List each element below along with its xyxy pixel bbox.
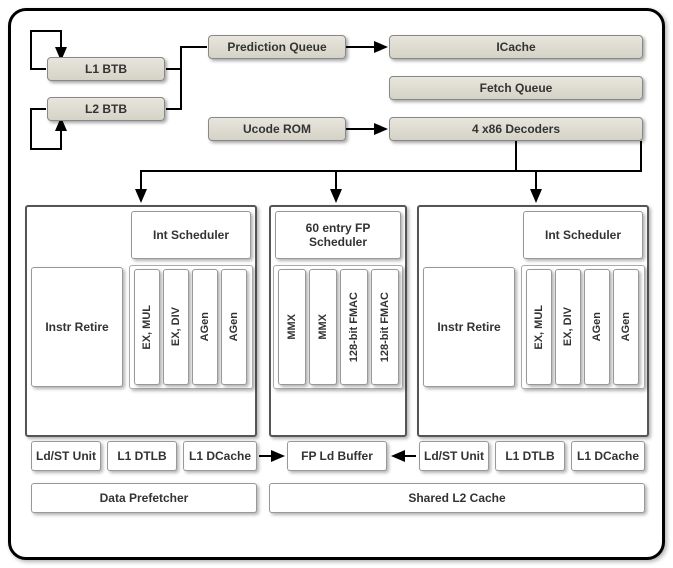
block-mmx-1: MMX (278, 269, 306, 385)
block-l1-btb: L1 BTB (47, 57, 165, 81)
block-ex-mul-left: EX, MUL (134, 269, 160, 385)
block-fmac-1: 128-bit FMAC (340, 269, 368, 385)
block-agen-left-1: AGen (192, 269, 218, 385)
block-int-scheduler-right: Int Scheduler (523, 211, 643, 259)
block-dcache-left: L1 DCache (183, 441, 257, 471)
block-dtlb-left: L1 DTLB (107, 441, 177, 471)
block-decoders: 4 x86 Decoders (389, 117, 643, 141)
block-ex-div-left: EX, DIV (163, 269, 189, 385)
block-ex-mul-right: EX, MUL (526, 269, 552, 385)
block-l2-btb: L2 BTB (47, 97, 165, 121)
block-fp-scheduler: 60 entry FP Scheduler (275, 211, 401, 259)
block-prediction-queue: Prediction Queue (208, 35, 346, 59)
block-mmx-2: MMX (309, 269, 337, 385)
block-instr-retire-left: Instr Retire (31, 267, 123, 387)
block-agen-left-2: AGen (221, 269, 247, 385)
block-fetch-queue: Fetch Queue (389, 76, 643, 100)
block-ldst-left: Ld/ST Unit (31, 441, 101, 471)
block-agen-right-2: AGen (613, 269, 639, 385)
block-ldst-right: Ld/ST Unit (419, 441, 489, 471)
block-fmac-2: 128-bit FMAC (371, 269, 399, 385)
block-fp-ld-buffer: FP Ld Buffer (287, 441, 387, 471)
block-dcache-right: L1 DCache (571, 441, 645, 471)
cpu-block-diagram: L1 BTB L2 BTB Prediction Queue Ucode ROM… (8, 8, 665, 560)
block-ucode-rom: Ucode ROM (208, 117, 346, 141)
block-agen-right-1: AGen (584, 269, 610, 385)
block-data-prefetcher: Data Prefetcher (31, 483, 257, 513)
block-dtlb-right: L1 DTLB (495, 441, 565, 471)
block-ex-div-right: EX, DIV (555, 269, 581, 385)
block-instr-retire-right: Instr Retire (423, 267, 515, 387)
block-icache: ICache (389, 35, 643, 59)
block-int-scheduler-left: Int Scheduler (131, 211, 251, 259)
block-shared-l2: Shared L2 Cache (269, 483, 645, 513)
